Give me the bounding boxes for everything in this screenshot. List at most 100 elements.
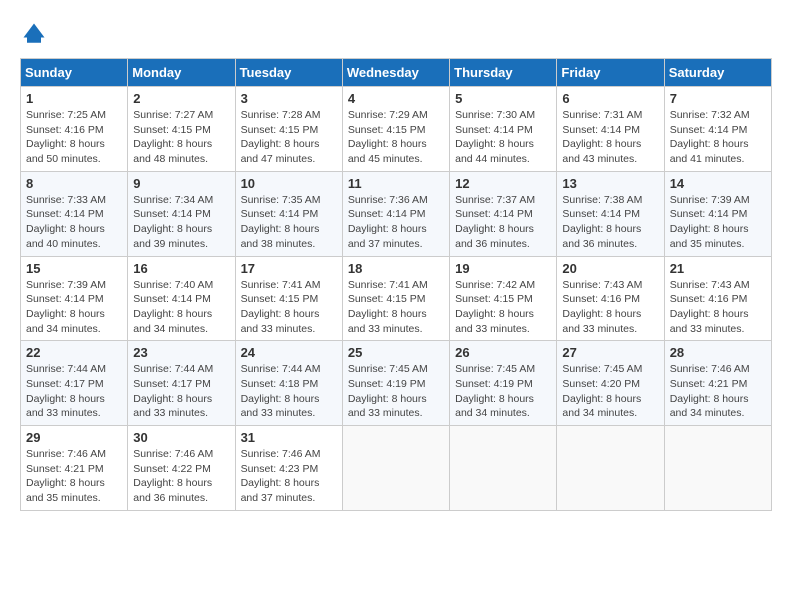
day-detail: Sunrise: 7:31 AMSunset: 4:14 PMDaylight:… bbox=[562, 109, 642, 165]
day-number: 2 bbox=[133, 91, 229, 106]
day-detail: Sunrise: 7:34 AMSunset: 4:14 PMDaylight:… bbox=[133, 194, 213, 250]
day-detail: Sunrise: 7:44 AMSunset: 4:18 PMDaylight:… bbox=[241, 363, 321, 419]
day-number: 31 bbox=[241, 430, 337, 445]
day-cell bbox=[557, 426, 664, 511]
day-detail: Sunrise: 7:39 AMSunset: 4:14 PMDaylight:… bbox=[26, 279, 106, 335]
day-cell: 9 Sunrise: 7:34 AMSunset: 4:14 PMDayligh… bbox=[128, 171, 235, 256]
weekday-header-sunday: Sunday bbox=[21, 59, 128, 87]
day-cell: 11 Sunrise: 7:36 AMSunset: 4:14 PMDaylig… bbox=[342, 171, 449, 256]
weekday-header-saturday: Saturday bbox=[664, 59, 771, 87]
day-cell: 4 Sunrise: 7:29 AMSunset: 4:15 PMDayligh… bbox=[342, 87, 449, 172]
day-cell: 23 Sunrise: 7:44 AMSunset: 4:17 PMDaylig… bbox=[128, 341, 235, 426]
day-number: 9 bbox=[133, 176, 229, 191]
day-detail: Sunrise: 7:42 AMSunset: 4:15 PMDaylight:… bbox=[455, 279, 535, 335]
logo-icon bbox=[20, 20, 48, 48]
day-cell: 21 Sunrise: 7:43 AMSunset: 4:16 PMDaylig… bbox=[664, 256, 771, 341]
day-number: 16 bbox=[133, 261, 229, 276]
day-detail: Sunrise: 7:30 AMSunset: 4:14 PMDaylight:… bbox=[455, 109, 535, 165]
day-number: 29 bbox=[26, 430, 122, 445]
day-cell: 18 Sunrise: 7:41 AMSunset: 4:15 PMDaylig… bbox=[342, 256, 449, 341]
day-detail: Sunrise: 7:29 AMSunset: 4:15 PMDaylight:… bbox=[348, 109, 428, 165]
day-detail: Sunrise: 7:41 AMSunset: 4:15 PMDaylight:… bbox=[348, 279, 428, 335]
weekday-header-monday: Monday bbox=[128, 59, 235, 87]
day-cell: 31 Sunrise: 7:46 AMSunset: 4:23 PMDaylig… bbox=[235, 426, 342, 511]
day-cell: 12 Sunrise: 7:37 AMSunset: 4:14 PMDaylig… bbox=[450, 171, 557, 256]
day-number: 21 bbox=[670, 261, 766, 276]
day-cell: 22 Sunrise: 7:44 AMSunset: 4:17 PMDaylig… bbox=[21, 341, 128, 426]
day-cell: 2 Sunrise: 7:27 AMSunset: 4:15 PMDayligh… bbox=[128, 87, 235, 172]
day-cell: 28 Sunrise: 7:46 AMSunset: 4:21 PMDaylig… bbox=[664, 341, 771, 426]
day-cell: 3 Sunrise: 7:28 AMSunset: 4:15 PMDayligh… bbox=[235, 87, 342, 172]
day-cell: 30 Sunrise: 7:46 AMSunset: 4:22 PMDaylig… bbox=[128, 426, 235, 511]
day-cell: 8 Sunrise: 7:33 AMSunset: 4:14 PMDayligh… bbox=[21, 171, 128, 256]
day-number: 14 bbox=[670, 176, 766, 191]
day-number: 30 bbox=[133, 430, 229, 445]
week-row-5: 29 Sunrise: 7:46 AMSunset: 4:21 PMDaylig… bbox=[21, 426, 772, 511]
header bbox=[20, 20, 772, 48]
day-number: 10 bbox=[241, 176, 337, 191]
weekday-header-wednesday: Wednesday bbox=[342, 59, 449, 87]
week-row-1: 1 Sunrise: 7:25 AMSunset: 4:16 PMDayligh… bbox=[21, 87, 772, 172]
day-detail: Sunrise: 7:39 AMSunset: 4:14 PMDaylight:… bbox=[670, 194, 750, 250]
day-cell: 13 Sunrise: 7:38 AMSunset: 4:14 PMDaylig… bbox=[557, 171, 664, 256]
day-detail: Sunrise: 7:46 AMSunset: 4:22 PMDaylight:… bbox=[133, 448, 213, 504]
day-number: 7 bbox=[670, 91, 766, 106]
day-cell: 26 Sunrise: 7:45 AMSunset: 4:19 PMDaylig… bbox=[450, 341, 557, 426]
day-detail: Sunrise: 7:32 AMSunset: 4:14 PMDaylight:… bbox=[670, 109, 750, 165]
day-cell: 20 Sunrise: 7:43 AMSunset: 4:16 PMDaylig… bbox=[557, 256, 664, 341]
day-number: 12 bbox=[455, 176, 551, 191]
day-detail: Sunrise: 7:27 AMSunset: 4:15 PMDaylight:… bbox=[133, 109, 213, 165]
day-cell: 27 Sunrise: 7:45 AMSunset: 4:20 PMDaylig… bbox=[557, 341, 664, 426]
day-detail: Sunrise: 7:45 AMSunset: 4:19 PMDaylight:… bbox=[348, 363, 428, 419]
day-number: 5 bbox=[455, 91, 551, 106]
day-detail: Sunrise: 7:46 AMSunset: 4:21 PMDaylight:… bbox=[26, 448, 106, 504]
week-row-2: 8 Sunrise: 7:33 AMSunset: 4:14 PMDayligh… bbox=[21, 171, 772, 256]
weekday-header-friday: Friday bbox=[557, 59, 664, 87]
day-cell: 19 Sunrise: 7:42 AMSunset: 4:15 PMDaylig… bbox=[450, 256, 557, 341]
day-number: 17 bbox=[241, 261, 337, 276]
day-detail: Sunrise: 7:37 AMSunset: 4:14 PMDaylight:… bbox=[455, 194, 535, 250]
day-cell: 7 Sunrise: 7:32 AMSunset: 4:14 PMDayligh… bbox=[664, 87, 771, 172]
day-cell: 6 Sunrise: 7:31 AMSunset: 4:14 PMDayligh… bbox=[557, 87, 664, 172]
day-detail: Sunrise: 7:35 AMSunset: 4:14 PMDaylight:… bbox=[241, 194, 321, 250]
day-number: 13 bbox=[562, 176, 658, 191]
day-number: 23 bbox=[133, 345, 229, 360]
day-number: 6 bbox=[562, 91, 658, 106]
weekday-header-thursday: Thursday bbox=[450, 59, 557, 87]
calendar-table: SundayMondayTuesdayWednesdayThursdayFrid… bbox=[20, 58, 772, 511]
day-detail: Sunrise: 7:36 AMSunset: 4:14 PMDaylight:… bbox=[348, 194, 428, 250]
day-cell: 10 Sunrise: 7:35 AMSunset: 4:14 PMDaylig… bbox=[235, 171, 342, 256]
day-number: 28 bbox=[670, 345, 766, 360]
weekday-header-tuesday: Tuesday bbox=[235, 59, 342, 87]
day-detail: Sunrise: 7:28 AMSunset: 4:15 PMDaylight:… bbox=[241, 109, 321, 165]
day-cell: 5 Sunrise: 7:30 AMSunset: 4:14 PMDayligh… bbox=[450, 87, 557, 172]
day-cell: 14 Sunrise: 7:39 AMSunset: 4:14 PMDaylig… bbox=[664, 171, 771, 256]
day-detail: Sunrise: 7:46 AMSunset: 4:21 PMDaylight:… bbox=[670, 363, 750, 419]
day-cell: 24 Sunrise: 7:44 AMSunset: 4:18 PMDaylig… bbox=[235, 341, 342, 426]
day-cell bbox=[664, 426, 771, 511]
day-cell: 17 Sunrise: 7:41 AMSunset: 4:15 PMDaylig… bbox=[235, 256, 342, 341]
day-cell bbox=[450, 426, 557, 511]
day-detail: Sunrise: 7:45 AMSunset: 4:20 PMDaylight:… bbox=[562, 363, 642, 419]
day-cell: 25 Sunrise: 7:45 AMSunset: 4:19 PMDaylig… bbox=[342, 341, 449, 426]
day-detail: Sunrise: 7:25 AMSunset: 4:16 PMDaylight:… bbox=[26, 109, 106, 165]
day-detail: Sunrise: 7:43 AMSunset: 4:16 PMDaylight:… bbox=[562, 279, 642, 335]
day-cell: 29 Sunrise: 7:46 AMSunset: 4:21 PMDaylig… bbox=[21, 426, 128, 511]
day-detail: Sunrise: 7:46 AMSunset: 4:23 PMDaylight:… bbox=[241, 448, 321, 504]
day-cell: 1 Sunrise: 7:25 AMSunset: 4:16 PMDayligh… bbox=[21, 87, 128, 172]
day-number: 3 bbox=[241, 91, 337, 106]
day-number: 22 bbox=[26, 345, 122, 360]
day-cell: 15 Sunrise: 7:39 AMSunset: 4:14 PMDaylig… bbox=[21, 256, 128, 341]
day-number: 19 bbox=[455, 261, 551, 276]
day-detail: Sunrise: 7:38 AMSunset: 4:14 PMDaylight:… bbox=[562, 194, 642, 250]
day-number: 20 bbox=[562, 261, 658, 276]
day-cell bbox=[342, 426, 449, 511]
day-number: 11 bbox=[348, 176, 444, 191]
day-number: 26 bbox=[455, 345, 551, 360]
day-number: 18 bbox=[348, 261, 444, 276]
day-detail: Sunrise: 7:44 AMSunset: 4:17 PMDaylight:… bbox=[133, 363, 213, 419]
day-number: 4 bbox=[348, 91, 444, 106]
day-detail: Sunrise: 7:44 AMSunset: 4:17 PMDaylight:… bbox=[26, 363, 106, 419]
day-number: 1 bbox=[26, 91, 122, 106]
week-row-4: 22 Sunrise: 7:44 AMSunset: 4:17 PMDaylig… bbox=[21, 341, 772, 426]
